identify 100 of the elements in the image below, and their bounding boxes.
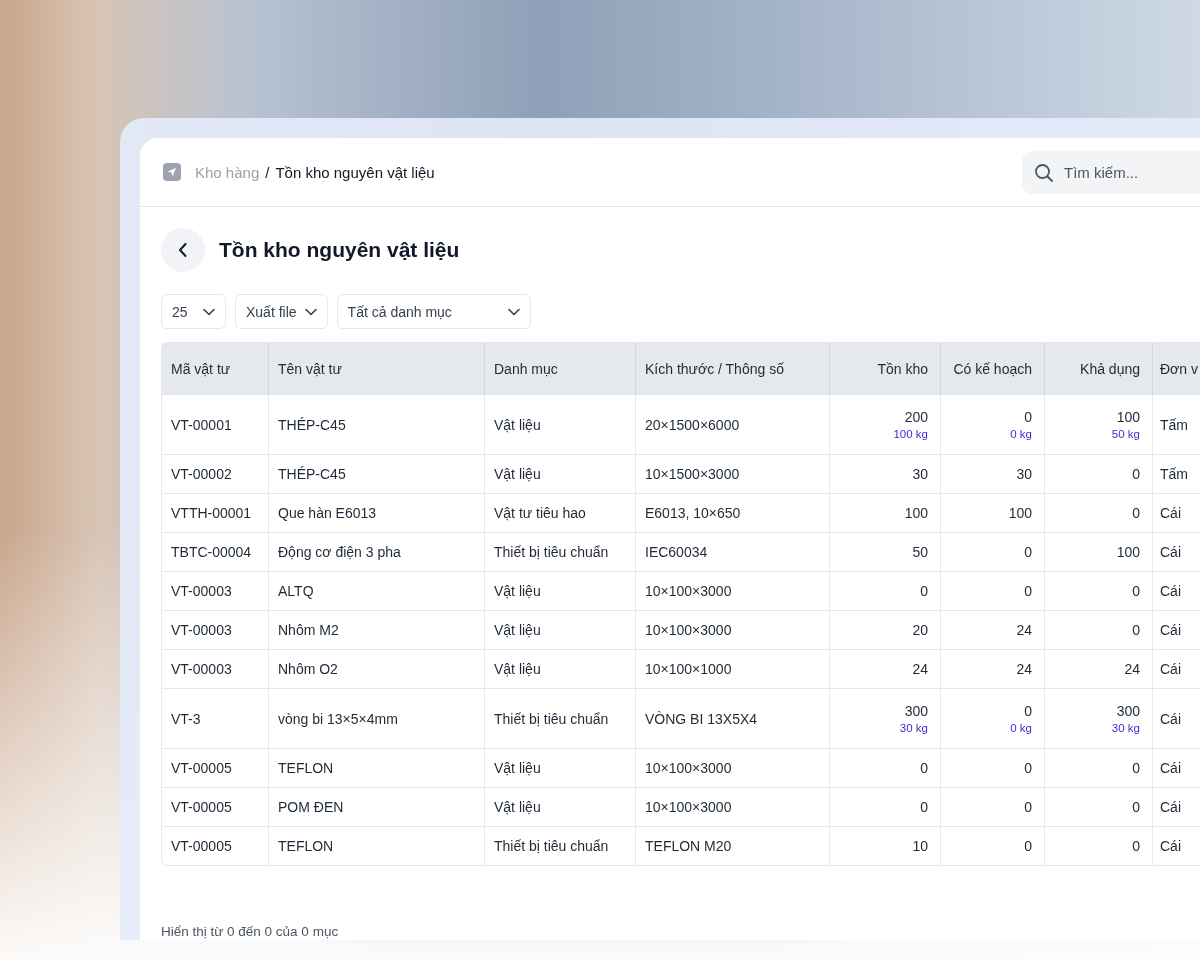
quantity-value: 0	[1023, 759, 1032, 777]
back-button[interactable]	[161, 228, 205, 272]
table-cell: Cái	[1153, 787, 1200, 826]
quantity-value: 0	[1023, 701, 1032, 720]
table-cell: E6013, 10×650	[636, 493, 830, 532]
table-cell: 10×100×3000	[636, 748, 830, 787]
column-header: Kích thước / Thông số	[636, 343, 830, 394]
weight-value: 30 kg	[1110, 720, 1140, 736]
table-cell: Cái	[1153, 493, 1200, 532]
table-cell: Nhôm O2	[269, 649, 485, 688]
table-cell: ALTQ	[269, 571, 485, 610]
weight-value: 30 kg	[898, 720, 928, 736]
table-cell: Cái	[1153, 826, 1200, 865]
table-cell: 20×1500×6000	[636, 394, 830, 454]
table-cell: TEFLON	[269, 748, 485, 787]
table-cell: 10×100×1000	[636, 649, 830, 688]
chevron-down-icon	[203, 307, 215, 316]
table-cell: VTTH-00001	[162, 493, 269, 532]
table-cell: Cái	[1153, 571, 1200, 610]
page-size-dropdown[interactable]: 25	[161, 294, 226, 329]
table-cell: 10×100×3000	[636, 610, 830, 649]
quantity-value: 0	[1131, 504, 1140, 522]
search-field[interactable]: Tìm kiếm...	[1022, 150, 1200, 194]
table-cell: THÉP-C45	[269, 454, 485, 493]
chevron-down-icon	[507, 307, 520, 316]
table-cell: Thiết bị tiêu chuẩn	[485, 688, 636, 748]
quantity-value: 24	[1015, 621, 1032, 639]
table-cell: Cái	[1153, 649, 1200, 688]
column-header: Có kế hoạch	[941, 343, 1045, 394]
weight-value: 0 kg	[1009, 720, 1032, 736]
table-cell: VT-00005	[162, 826, 269, 865]
table-cell: Cái	[1153, 532, 1200, 571]
chevron-left-icon	[178, 242, 188, 258]
quantity-value: 100	[1115, 407, 1140, 426]
quantity-value: 0	[919, 798, 928, 816]
page-title: Tồn kho nguyên vật liệu	[219, 238, 460, 262]
quantity-value: 24	[1123, 660, 1140, 678]
column-header: Đơn v	[1153, 343, 1200, 394]
logo-icon	[163, 163, 181, 181]
table-cell: Cái	[1153, 748, 1200, 787]
quantity-value: 0	[1023, 407, 1032, 426]
quantity-value: 50	[911, 543, 928, 561]
quantity-value: 0	[1131, 837, 1140, 855]
table-cell: VT-00003	[162, 649, 269, 688]
table-cell: 10×1500×3000	[636, 454, 830, 493]
quantity-value: 30	[1015, 465, 1032, 483]
table-cell: Thiết bị tiêu chuẩn	[485, 532, 636, 571]
quantity-value: 0	[1131, 465, 1140, 483]
quantity-value: 100	[1007, 504, 1032, 522]
table-cell: Tấm	[1153, 394, 1200, 454]
table-cell: Vật tư tiêu hao	[485, 493, 636, 532]
table-cell: THÉP-C45	[269, 394, 485, 454]
table-cell: VT-00005	[162, 787, 269, 826]
table-cell: VÒNG BI 13X5X4	[636, 688, 830, 748]
table-cell: vòng bi 13×5×4mm	[269, 688, 485, 748]
quantity-value: 20	[911, 621, 928, 639]
quantity-value: 24	[911, 660, 928, 678]
table-cell: Vật liệu	[485, 394, 636, 454]
quantity-value: 0	[919, 582, 928, 600]
quantity-value: 0	[1023, 582, 1032, 600]
chevron-down-icon	[304, 307, 317, 316]
quantity-value: 0	[1023, 837, 1032, 855]
table-cell: Nhôm M2	[269, 610, 485, 649]
table-cell: TEFLON	[269, 826, 485, 865]
table-cell: Cái	[1153, 610, 1200, 649]
column-header: Tồn kho	[830, 343, 941, 394]
export-dropdown[interactable]: Xuất file	[235, 294, 328, 329]
table-cell: VT-00002	[162, 454, 269, 493]
table-cell: Que hàn E6013	[269, 493, 485, 532]
table-cell: Tấm	[1153, 454, 1200, 493]
column-header: Khả dụng	[1045, 343, 1153, 394]
weight-value: 100 kg	[892, 426, 928, 442]
quantity-value: 200	[903, 407, 928, 426]
column-header: Mã vật tư	[162, 343, 269, 394]
quantity-value: 0	[1023, 543, 1032, 561]
table-cell: Vật liệu	[485, 610, 636, 649]
quantity-value: 10	[911, 837, 928, 855]
table-cell: TEFLON M20	[636, 826, 830, 865]
table-cell: Động cơ điện 3 pha	[269, 532, 485, 571]
weight-value: 0 kg	[1009, 426, 1032, 442]
breadcrumb-separator: /	[265, 163, 270, 181]
quantity-value: 300	[1115, 701, 1140, 720]
quantity-value: 100	[903, 504, 928, 522]
table-cell: Vật liệu	[485, 454, 636, 493]
quantity-value: 0	[1023, 798, 1032, 816]
quantity-value: 24	[1015, 660, 1032, 678]
category-dropdown[interactable]: Tất cả danh mục	[336, 294, 531, 329]
quantity-value: 0	[919, 759, 928, 777]
pagination-summary: Hiển thị từ 0 đến 0 của 0 mục	[161, 924, 340, 939]
table-cell: VT-00001	[162, 394, 269, 454]
breadcrumb-current: Tồn kho nguyên vật liệu	[275, 163, 435, 181]
search-icon	[1034, 162, 1054, 183]
table-cell: Vật liệu	[485, 571, 636, 610]
weight-value: 50 kg	[1110, 426, 1140, 442]
quantity-value: 0	[1131, 621, 1140, 639]
table-cell: VT-3	[162, 688, 269, 748]
table-cell: 10×100×3000	[636, 787, 830, 826]
table-cell: 10×100×3000	[636, 571, 830, 610]
table-cell: IEC60034	[636, 532, 830, 571]
quantity-value: 300	[903, 701, 928, 720]
